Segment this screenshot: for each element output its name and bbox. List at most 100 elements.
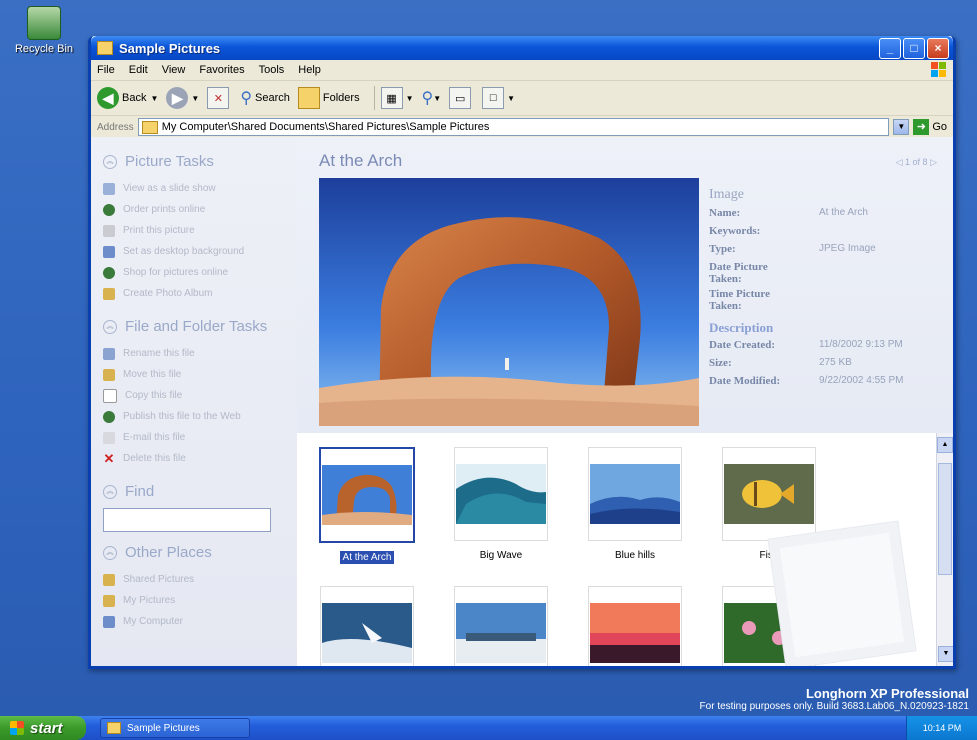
- slideshow-button[interactable]: ▭: [449, 87, 474, 109]
- scroll-up-icon[interactable]: ▲: [937, 437, 953, 453]
- task-view-slideshow[interactable]: View as a slide show: [103, 178, 287, 199]
- file-folder-tasks-header[interactable]: ︽ File and Folder Tasks: [103, 318, 287, 335]
- thumbnail-item[interactable]: [453, 586, 549, 666]
- display-button[interactable]: □ ▼: [482, 87, 515, 109]
- chevron-down-icon[interactable]: ▼: [150, 94, 158, 103]
- image-header: Image: [709, 187, 744, 202]
- taskbar-item-sample-pictures[interactable]: Sample Pictures: [100, 718, 250, 738]
- menu-view[interactable]: View: [162, 64, 186, 76]
- thumbnail-item[interactable]: [587, 586, 683, 666]
- thumbnail-blue-hills[interactable]: Blue hills: [587, 447, 683, 564]
- thumbnail-image: [456, 464, 546, 524]
- globe-icon: [103, 266, 115, 279]
- picture-tasks-header[interactable]: ︽ Picture Tasks: [103, 153, 287, 170]
- next-picture-icon[interactable]: ▷: [930, 157, 937, 167]
- preview-area: At the Arch ◁ 1 of 8 ▷ Image Name: At th…: [297, 137, 953, 433]
- copy-icon: [103, 388, 117, 403]
- task-set-desktop-background[interactable]: Set as desktop background: [103, 241, 287, 262]
- previous-picture-icon[interactable]: ◁: [896, 157, 903, 167]
- preview-photo[interactable]: [319, 178, 699, 426]
- menu-favorites[interactable]: Favorites: [199, 64, 244, 76]
- build-watermark: Longhorn XP Professional For testing pur…: [699, 686, 969, 712]
- thumbnail-label: At the Arch: [339, 551, 395, 564]
- recycle-bin-icon: [27, 6, 61, 40]
- task-create-photo-album[interactable]: Create Photo Album: [103, 283, 287, 304]
- collapse-chevron-icon[interactable]: ︽: [103, 484, 117, 499]
- zoom-button[interactable]: ⚲ ▼: [422, 88, 442, 108]
- maximize-button[interactable]: □: [903, 37, 925, 59]
- thumbnail-frame: [320, 586, 414, 666]
- address-input[interactable]: My Computer\Shared Documents\Shared Pict…: [137, 118, 890, 136]
- rename-icon: [103, 347, 115, 360]
- start-button[interactable]: start: [0, 716, 86, 740]
- collapse-chevron-icon[interactable]: ︽: [103, 545, 117, 560]
- collapse-chevron-icon[interactable]: ︽: [103, 154, 117, 169]
- detail-row: Name: At the Arch: [709, 207, 868, 219]
- address-label: Address: [97, 121, 134, 133]
- other-places-header[interactable]: ︽ Other Places: [103, 544, 287, 561]
- menu-help[interactable]: Help: [298, 64, 321, 76]
- menu-bar: File Edit View Favorites Tools Help: [91, 60, 953, 81]
- scroll-down-icon[interactable]: ▼: [938, 646, 953, 662]
- slideshow-icon: ▭: [449, 87, 472, 109]
- address-dropdown-button[interactable]: ▼: [893, 119, 910, 135]
- task-move-file[interactable]: Move this file: [103, 364, 287, 385]
- forward-button[interactable]: ▶ ▼: [166, 87, 199, 109]
- find-input[interactable]: [103, 508, 271, 532]
- minimize-button[interactable]: _: [879, 37, 901, 59]
- display-icon: □: [482, 87, 505, 109]
- thumbnail-frame: [588, 447, 682, 541]
- place-my-computer[interactable]: My Computer: [103, 611, 287, 632]
- up-button[interactable]: ✕: [207, 87, 232, 109]
- detail-row: Date Picture Taken:: [709, 261, 768, 285]
- task-delete-file[interactable]: ✕ Delete this file: [103, 448, 287, 469]
- window-title: Sample Pictures: [119, 40, 221, 56]
- image-details: Image Name: At the Arch Keywords: Type: JP…: [709, 187, 949, 393]
- task-publish-web[interactable]: Publish this file to the Web: [103, 406, 287, 427]
- scrollbar-thumb[interactable]: [938, 463, 952, 575]
- thumbnail-big-wave[interactable]: Big Wave: [453, 447, 549, 564]
- task-print-picture[interactable]: Print this picture: [103, 220, 287, 241]
- folders-button[interactable]: Folders: [297, 87, 360, 109]
- recycle-bin-desktop-icon[interactable]: Recycle Bin: [8, 6, 80, 55]
- task-shop-pictures[interactable]: Shop for pictures online: [103, 262, 287, 283]
- search-icon: ⚲: [240, 90, 253, 107]
- menu-tools[interactable]: Tools: [259, 64, 285, 76]
- background-decoration: [768, 521, 916, 666]
- go-button[interactable]: ➜ Go: [913, 119, 947, 135]
- views-button[interactable]: ▦ ▼: [380, 87, 414, 109]
- clock[interactable]: 10:14 PM: [923, 723, 962, 733]
- windows-logo-icon: [10, 721, 24, 735]
- thumbnail-grid: At the Arch Big Wave Blue hills Fish: [297, 433, 937, 666]
- address-bar: Address My Computer\Shared Documents\Sha…: [91, 116, 953, 139]
- place-shared-pictures[interactable]: Shared Pictures: [103, 569, 287, 590]
- task-email-file[interactable]: E-mail this file: [103, 427, 287, 448]
- menu-edit[interactable]: Edit: [129, 64, 148, 76]
- thumbnail-image: [322, 603, 412, 663]
- thumbnail-item[interactable]: [319, 586, 415, 666]
- folder-icon: [103, 594, 115, 607]
- place-my-pictures[interactable]: My Pictures: [103, 590, 287, 611]
- back-button[interactable]: ◀ Back ▼: [97, 87, 158, 109]
- forward-arrow-icon: ▶: [166, 87, 189, 109]
- recycle-bin-label: Recycle Bin: [14, 43, 74, 55]
- detail-row: Keywords:: [709, 225, 761, 237]
- find-header[interactable]: ︽ Find: [103, 483, 287, 500]
- thumbnail-label: Big Wave: [479, 550, 523, 561]
- vertical-scrollbar[interactable]: ▲ ▼: [936, 433, 953, 666]
- close-button[interactable]: ×: [927, 37, 949, 59]
- task-copy-file[interactable]: Copy this file: [103, 385, 287, 406]
- chevron-down-icon[interactable]: ▼: [191, 94, 199, 103]
- menu-file[interactable]: File: [97, 64, 115, 76]
- thumbnail-image: [724, 464, 814, 524]
- task-order-prints[interactable]: Order prints online: [103, 199, 287, 220]
- title-bar[interactable]: Sample Pictures _ □ ×: [91, 36, 953, 60]
- chevron-down-icon: ▼: [507, 93, 516, 103]
- collapse-chevron-icon[interactable]: ︽: [103, 319, 117, 334]
- thumbnail-frame: [319, 447, 415, 543]
- thumbnail-at-the-arch[interactable]: At the Arch: [319, 447, 415, 564]
- search-button[interactable]: ⚲ Search: [240, 88, 290, 108]
- task-rename-file[interactable]: Rename this file: [103, 343, 287, 364]
- thumbnail-frame: [588, 586, 682, 666]
- system-tray: 10:14 PM: [906, 716, 977, 740]
